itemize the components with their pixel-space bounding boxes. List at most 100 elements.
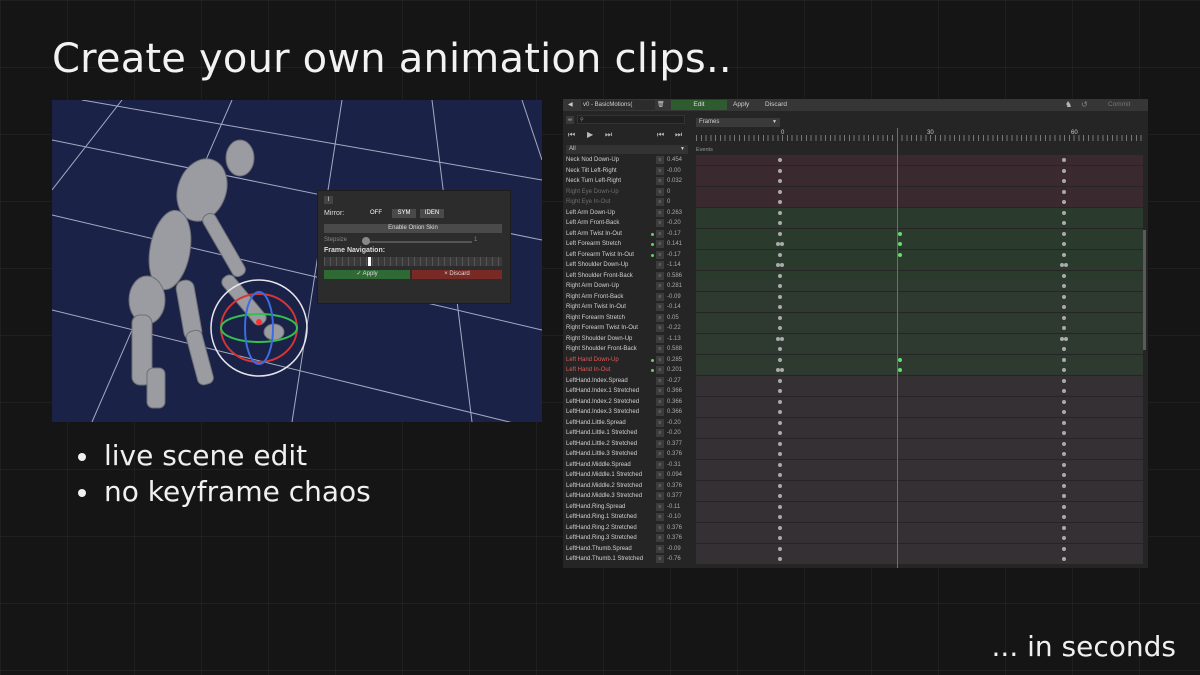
track-row[interactable]: LeftHand.Little.2 Stretched ≡ 0.377 <box>563 438 1148 450</box>
keyframe-marker[interactable] <box>1062 200 1066 204</box>
stepsize-slider-knob[interactable] <box>362 237 370 245</box>
keyframe-marker[interactable] <box>1062 158 1066 162</box>
keyframe-marker[interactable] <box>778 462 782 467</box>
keyframe-marker[interactable] <box>1062 368 1066 372</box>
track-lane[interactable] <box>696 428 1143 438</box>
panel-collapse-button[interactable]: I <box>324 196 333 204</box>
track-lock-icon[interactable]: ≡ <box>656 229 664 238</box>
track-lane[interactable] <box>696 186 1143 197</box>
keyframe-marker[interactable] <box>778 252 782 257</box>
track-lane[interactable] <box>696 512 1143 522</box>
track-lock-icon[interactable]: ≡ <box>656 166 664 175</box>
track-lane[interactable] <box>696 365 1143 375</box>
track-lane[interactable] <box>696 312 1143 323</box>
track-row[interactable]: Right Eye Down-Up ≡ 0 <box>563 186 1148 198</box>
keyframe-marker[interactable] <box>778 189 782 194</box>
track-lane[interactable] <box>696 522 1143 533</box>
track-value[interactable]: -0.17 <box>667 229 689 240</box>
track-scrollbar[interactable] <box>1143 230 1146 350</box>
trash-icon[interactable]: 🗑 <box>657 101 665 108</box>
track-lane[interactable] <box>696 155 1143 165</box>
track-row[interactable]: LeftHand.Index.2 Stretched ≡ 0.366 <box>563 396 1148 408</box>
track-row[interactable]: Left Hand In-Out ≡ 0.201 <box>563 365 1148 376</box>
track-row[interactable]: LeftHand.Middle.Spread ≡ -0.31 <box>563 459 1148 471</box>
track-lock-icon[interactable]: ≡ <box>656 460 664 469</box>
track-value[interactable]: -0.17 <box>667 250 689 261</box>
track-value[interactable]: 0 <box>667 197 689 208</box>
track-row[interactable]: Left Arm Twist In-Out ≡ -0.17 <box>563 228 1148 240</box>
rotation-gizmo[interactable] <box>210 279 308 377</box>
keyframe-marker[interactable] <box>778 494 782 498</box>
track-lane[interactable] <box>696 207 1143 218</box>
track-lock-icon[interactable]: ≡ <box>656 345 664 353</box>
track-lock-icon[interactable]: ≡ <box>656 418 664 427</box>
keyframe-marker[interactable] <box>780 263 784 267</box>
next-key-icon[interactable]: ⏭ <box>675 130 682 140</box>
track-lane[interactable] <box>696 302 1143 312</box>
track-value[interactable]: -0.00 <box>667 166 689 177</box>
track-value[interactable]: 0.588 <box>667 344 689 355</box>
track-lane[interactable] <box>696 407 1143 417</box>
keyframe-marker[interactable] <box>1062 557 1066 561</box>
track-lock-icon[interactable]: ≡ <box>656 198 664 206</box>
track-lane[interactable] <box>696 375 1143 386</box>
track-value[interactable]: -0.14 <box>667 302 689 313</box>
track-lane[interactable] <box>696 249 1143 260</box>
keyframe-marker[interactable] <box>1062 546 1066 551</box>
track-lock-icon[interactable]: ≡ <box>656 271 664 280</box>
keyframe-marker-selected[interactable] <box>898 357 902 362</box>
track-row[interactable]: LeftHand.Index.3 Stretched ≡ 0.366 <box>563 407 1148 418</box>
keyframe-marker[interactable] <box>1062 483 1066 488</box>
mannequin[interactable] <box>128 139 285 409</box>
track-lock-icon[interactable]: ≡ <box>656 303 664 311</box>
keyframe-marker[interactable] <box>1062 399 1066 404</box>
track-value[interactable]: 0.094 <box>667 470 689 481</box>
track-row[interactable]: Neck Tilt Left-Right ≡ -0.00 <box>563 165 1148 177</box>
track-lock-icon[interactable]: ≡ <box>656 397 664 406</box>
keyframe-marker[interactable] <box>1064 263 1068 267</box>
track-row[interactable]: LeftHand.Index.1 Stretched ≡ 0.366 <box>563 386 1148 397</box>
collapse-arrow-icon[interactable]: ◀ <box>568 101 573 108</box>
track-value[interactable]: 0.376 <box>667 449 689 460</box>
keyframe-marker[interactable] <box>1062 294 1066 299</box>
keyframe-marker[interactable] <box>1062 452 1066 456</box>
track-value[interactable]: 0.201 <box>667 365 689 376</box>
toolbar-discard-button[interactable]: Discard <box>765 101 787 108</box>
keyframe-marker[interactable] <box>1062 410 1066 414</box>
keyframe-marker[interactable] <box>778 347 782 351</box>
track-lane[interactable] <box>696 449 1143 459</box>
history-icon[interactable]: ↺ <box>1081 100 1088 109</box>
keyframe-marker[interactable] <box>778 525 782 530</box>
keyframe-marker[interactable] <box>1062 231 1066 236</box>
track-value[interactable]: -1.14 <box>667 260 689 271</box>
track-lock-icon[interactable]: ≡ <box>656 187 664 196</box>
keyframe-marker[interactable] <box>1062 431 1066 435</box>
keyframe-marker[interactable] <box>1062 179 1066 183</box>
track-lane[interactable] <box>696 291 1143 302</box>
keyframe-marker[interactable] <box>1062 473 1066 477</box>
frames-dropdown[interactable]: Frames ▼ <box>696 118 780 127</box>
keyframe-marker[interactable] <box>1062 515 1066 519</box>
keyframe-marker-selected[interactable] <box>898 252 902 257</box>
keyframe-marker[interactable] <box>778 179 782 183</box>
track-lock-icon[interactable]: ≡ <box>656 240 664 248</box>
track-value[interactable]: 0.366 <box>667 407 689 418</box>
track-lock-icon[interactable]: ≡ <box>656 376 664 385</box>
track-row[interactable]: LeftHand.Ring.1 Stretched ≡ -0.10 <box>563 512 1148 523</box>
clip-selector[interactable]: v0 - BasicMotions( <box>581 100 655 110</box>
track-row[interactable]: LeftHand.Middle.1 Stretched ≡ 0.094 <box>563 470 1148 481</box>
track-lane[interactable] <box>696 197 1143 207</box>
track-lane[interactable] <box>696 491 1143 501</box>
keyframe-marker[interactable] <box>778 210 782 215</box>
keyframe-marker[interactable] <box>778 389 782 393</box>
track-row[interactable]: Left Hand Down-Up ≡ 0.285 <box>563 354 1148 366</box>
keyframe-marker[interactable] <box>1062 284 1066 288</box>
keyframe-marker[interactable] <box>1062 389 1066 393</box>
track-lock-icon[interactable]: ≡ <box>656 523 664 532</box>
track-lock-icon[interactable]: ≡ <box>656 408 664 416</box>
track-lock-icon[interactable]: ≡ <box>656 439 664 448</box>
track-lock-icon[interactable]: ≡ <box>656 502 664 511</box>
track-lane[interactable] <box>696 165 1143 176</box>
track-lock-icon[interactable]: ≡ <box>656 513 664 521</box>
track-row[interactable]: Left Shoulder Down-Up ≡ -1.14 <box>563 260 1148 271</box>
